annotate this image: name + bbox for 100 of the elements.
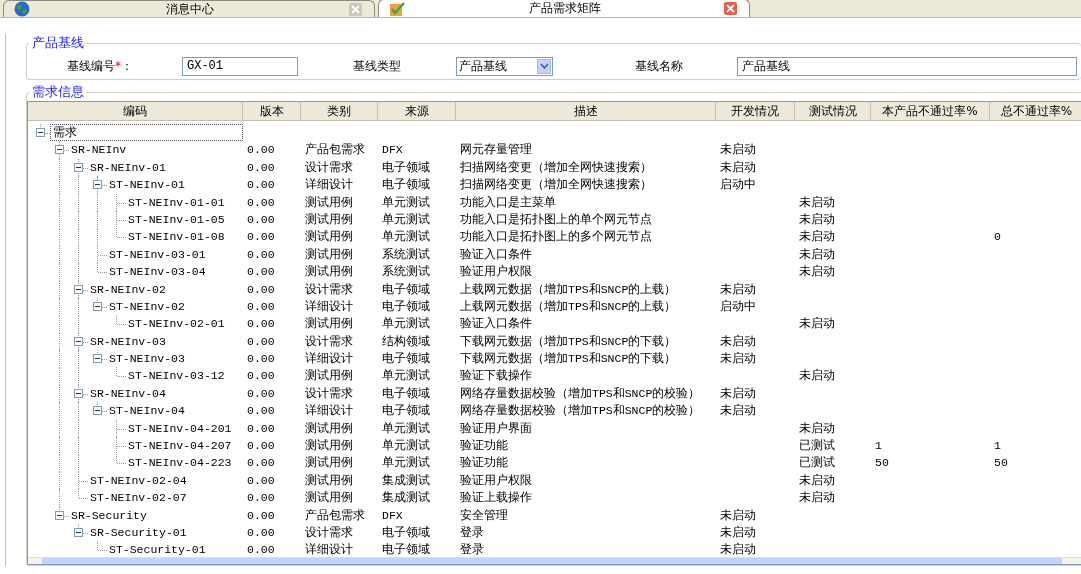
column-header[interactable]: 版本: [243, 102, 301, 120]
tree-node[interactable]: SR-NEInv-03: [88, 332, 168, 351]
globe-icon: [14, 1, 30, 17]
table-cell: 电子领域: [382, 404, 430, 418]
table-cell: 1: [875, 439, 882, 453]
collapse-icon[interactable]: [36, 128, 45, 137]
collapse-icon[interactable]: [74, 528, 83, 537]
table-cell: 设计需求: [305, 334, 353, 348]
table-cell: 0.00: [247, 282, 275, 296]
table-cell: 未启动: [799, 247, 835, 261]
scrollbar[interactable]: [28, 557, 1081, 564]
table-cell: 产品包需求: [305, 143, 365, 157]
table-cell: 未启动: [799, 473, 835, 487]
tree-node[interactable]: ST-NEInv-02-07: [88, 489, 189, 507]
collapse-icon[interactable]: [93, 180, 102, 190]
table-cell: 验证功能: [460, 456, 508, 470]
table-cell: 登录: [460, 526, 484, 539]
tree-node[interactable]: SR-NEInv-01: [88, 158, 168, 177]
collapse-icon[interactable]: [55, 145, 64, 155]
collapse-icon[interactable]: [93, 406, 102, 416]
tree-node[interactable]: ST-NEInv-04: [107, 402, 187, 420]
table-cell: 0.00: [247, 439, 275, 453]
tree-node[interactable]: ST-NEInv-01-08: [126, 228, 227, 246]
column-header[interactable]: 类别: [301, 102, 378, 120]
column-header[interactable]: 本产品不通过率%: [871, 102, 990, 120]
table-cell: 50: [994, 456, 1008, 470]
tree-node[interactable]: 需求: [50, 124, 243, 142]
collapse-icon[interactable]: [74, 336, 83, 346]
tree-node[interactable]: ST-NEInv-03-12: [126, 367, 227, 385]
table-cell: 下载网元数据（增加TPS和SNCP的下载）: [460, 334, 677, 348]
table-cell: 0.00: [247, 212, 275, 226]
tree-node[interactable]: SR-NEInv-04: [88, 384, 168, 403]
tree-node[interactable]: ST-NEInv-03: [107, 350, 187, 368]
table-cell: 扫描网络变更（增加全网快速搜索）: [460, 178, 652, 192]
collapse-icon[interactable]: [74, 162, 83, 172]
tree-node[interactable]: ST-Security-01: [107, 541, 208, 557]
tree-node[interactable]: ST-NEInv-01-01: [126, 193, 227, 211]
table-cell: 已测试: [799, 456, 835, 470]
table-cell: 测试用例: [305, 456, 353, 470]
table-cell: 设计需求: [305, 160, 353, 174]
tree-node[interactable]: ST-NEInv-03-04: [107, 263, 208, 281]
tab[interactable]: 产品需求矩阵: [378, 0, 750, 17]
table-cell: 0.00: [247, 317, 275, 331]
table-cell: 未启动: [720, 526, 756, 539]
tree-node[interactable]: ST-NEInv-02-01: [126, 315, 227, 333]
table-cell: 功能入口是主菜单: [460, 195, 556, 209]
table-cell: 验证用户权限: [460, 473, 532, 487]
table-cell: 测试用例: [305, 247, 353, 261]
table-cell: 已测试: [799, 439, 835, 453]
table-cell: 详细设计: [305, 178, 353, 192]
table-cell: 0.00: [247, 143, 275, 157]
tree-node[interactable]: ST-NEInv-04-223: [126, 454, 234, 472]
table-cell: 0.00: [247, 421, 275, 435]
table-cell: 验证入口条件: [460, 317, 532, 331]
table-cell: 产品包需求: [305, 508, 365, 522]
table-cell: 0.00: [247, 404, 275, 418]
tree-node[interactable]: ST-NEInv-04-207: [126, 437, 234, 455]
input-field[interactable]: 产品基线: [737, 56, 1077, 76]
table-cell: 测试用例: [305, 230, 353, 244]
table-cell: 详细设计: [305, 352, 353, 366]
table-cell: 未启动: [799, 317, 835, 331]
tree-node[interactable]: ST-NEInv-01-05: [126, 210, 227, 229]
tree-node[interactable]: ST-NEInv-01: [107, 176, 187, 194]
close-icon[interactable]: [724, 2, 737, 15]
column-header[interactable]: 来源: [378, 102, 456, 120]
collapse-icon[interactable]: [93, 301, 102, 311]
table-cell: 单元测试: [382, 317, 430, 331]
tree-node[interactable]: SR-NEInv: [69, 141, 129, 159]
column-header[interactable]: 描述: [456, 102, 716, 120]
tree-node[interactable]: ST-NEInv-04-201: [126, 419, 234, 438]
tree-node[interactable]: ST-NEInv-02-04: [88, 471, 189, 490]
table-cell: 0.00: [247, 456, 275, 470]
type-dropdown[interactable]: 产品基线: [456, 56, 553, 76]
collapse-icon[interactable]: [55, 510, 64, 520]
input-field[interactable]: GX-01: [182, 56, 298, 76]
column-header[interactable]: 总不通过率%: [990, 102, 1081, 120]
table-cell: 电子领域: [382, 543, 430, 557]
table-cell: 0.00: [247, 299, 275, 313]
tree-node[interactable]: SR-Security-01: [88, 524, 189, 542]
column-header[interactable]: 测试情况: [795, 102, 871, 120]
collapse-icon[interactable]: [74, 388, 83, 398]
column-header[interactable]: 开发情况: [716, 102, 795, 120]
table-cell: 扫描网络变更（增加全网快速搜索）: [460, 160, 652, 174]
tab[interactable]: 消息中心: [3, 0, 375, 17]
collapse-icon[interactable]: [93, 354, 102, 364]
table-cell: 启动中: [720, 178, 756, 192]
field-label: 基线类型: [353, 57, 402, 75]
tree-node[interactable]: SR-Security: [69, 506, 149, 524]
table-cell: 电子领域: [382, 386, 430, 400]
column-header[interactable]: 编码: [28, 102, 243, 120]
collapse-icon[interactable]: [74, 284, 83, 294]
table-cell: 单元测试: [382, 439, 430, 453]
tree-node[interactable]: SR-NEInv-02: [88, 280, 168, 298]
tree-node[interactable]: ST-NEInv-02: [107, 297, 187, 316]
table-cell: 测试用例: [305, 421, 353, 435]
table-cell: 未启动: [720, 143, 756, 157]
table-cell: 单元测试: [382, 195, 430, 209]
table-cell: 验证上载操作: [460, 491, 532, 505]
table-cell: 未启动: [720, 404, 756, 418]
tree-node[interactable]: ST-NEInv-03-01: [107, 245, 208, 264]
